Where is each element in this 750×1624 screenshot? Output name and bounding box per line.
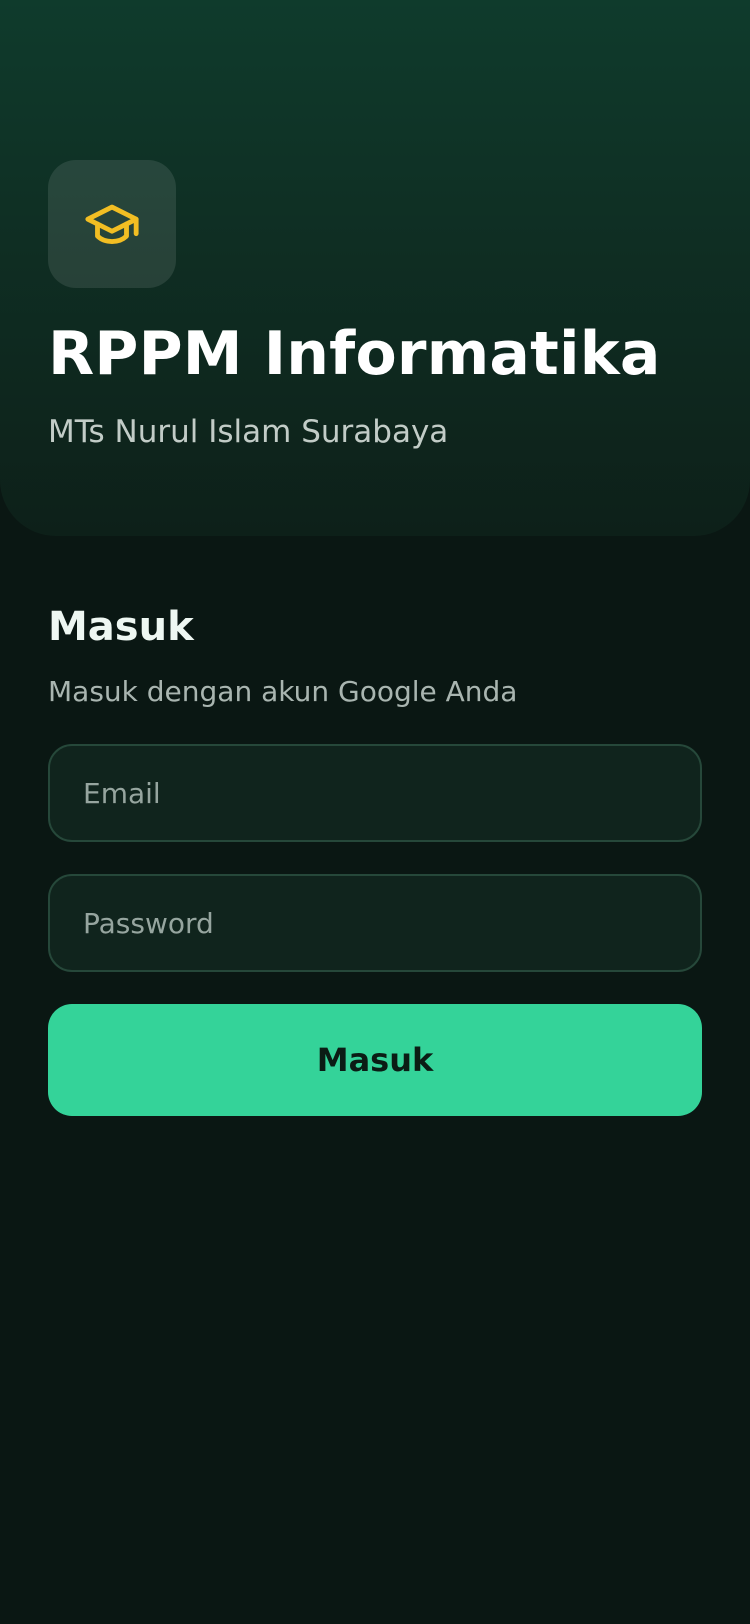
- app-title: RPPM Informatika: [48, 319, 661, 389]
- email-field[interactable]: [48, 744, 702, 842]
- login-heading: Masuk: [48, 604, 194, 650]
- graduation-cap-icon: [83, 195, 141, 253]
- password-field[interactable]: [48, 874, 702, 972]
- login-description: Masuk dengan akun Google Anda: [48, 675, 518, 708]
- app-logo: [48, 160, 176, 288]
- hero-header: RPPM Informatika MTs Nurul Islam Surabay…: [0, 0, 750, 536]
- app-subtitle: MTs Nurul Islam Surabaya: [48, 414, 449, 450]
- login-button[interactable]: Masuk: [48, 1004, 702, 1116]
